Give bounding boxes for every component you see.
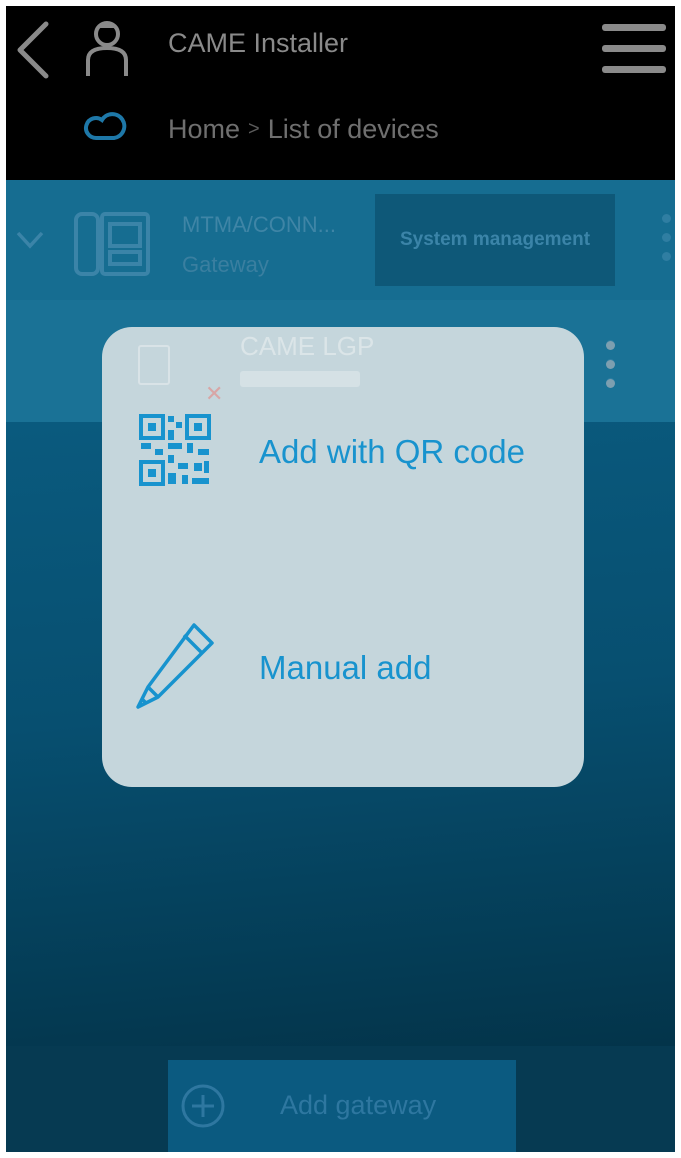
top-bar: CAME Installer Home > List of devices [6, 6, 675, 180]
device-name: CAME LGP [240, 331, 375, 361]
breadcrumb-current: List of devices [267, 114, 439, 144]
menu-button[interactable] [602, 24, 666, 74]
manual-add-option[interactable]: Manual add [102, 611, 584, 731]
add-with-qr-code-label: Add with QR code [259, 433, 525, 470]
device-icon [138, 345, 170, 385]
plus-circle-icon [180, 1083, 226, 1129]
add-gateway-label: Add gateway [280, 1090, 437, 1120]
system-management-button[interactable]: System management [375, 194, 615, 286]
add-device-popup: CAME LGP ✕ Add with QR code Manual add [102, 327, 615, 787]
back-icon [17, 21, 49, 79]
back-button[interactable] [14, 20, 54, 80]
add-gateway-button[interactable]: Add gateway [168, 1060, 516, 1152]
breadcrumb-home[interactable]: Home [168, 114, 240, 144]
manual-add-label: Manual add [259, 649, 432, 686]
qr-code-icon [138, 413, 212, 487]
gateway-more-icon[interactable] [662, 214, 672, 262]
app-screen: CAME Installer Home > List of devices MT… [6, 6, 675, 1152]
user-icon[interactable] [84, 16, 130, 78]
device-status-placeholder [240, 371, 360, 387]
bottom-bar: Add gateway [6, 1046, 675, 1152]
pencil-icon [134, 621, 216, 711]
intercom-icon [72, 210, 152, 278]
chevron-down-icon[interactable] [16, 230, 44, 250]
app-title: CAME Installer [168, 28, 349, 58]
breadcrumb-separator: > [248, 118, 260, 140]
cloud-icon [80, 106, 130, 146]
menu-icon [602, 24, 666, 31]
device-more-peek-icon [606, 341, 616, 389]
gateway-name: MTMA/CONN... [182, 212, 336, 237]
breadcrumb: Home > List of devices [168, 114, 439, 145]
add-with-qr-code-option[interactable]: Add with QR code [102, 393, 584, 513]
gateway-row[interactable]: MTMA/CONN... Gateway System management [6, 180, 675, 300]
gateway-type: Gateway [182, 252, 269, 277]
